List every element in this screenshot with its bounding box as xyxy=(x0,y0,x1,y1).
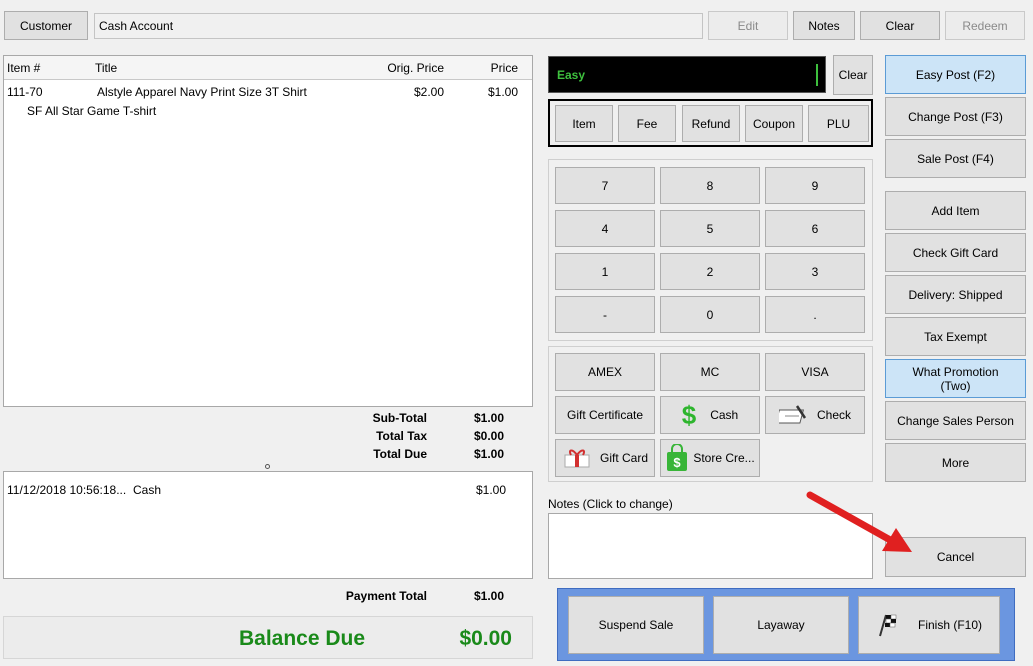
row-subtitle: SF All Star Game T-shirt xyxy=(27,104,157,118)
change-sales-person-button[interactable]: Change Sales Person xyxy=(885,401,1026,440)
tender-mc-button[interactable]: MC xyxy=(660,353,760,391)
tender-gift-certificate-button[interactable]: Gift Certificate xyxy=(555,396,655,434)
layaway-button[interactable]: Layaway xyxy=(713,596,849,654)
subtotal-value: $1.00 xyxy=(473,411,504,425)
key-7[interactable]: 7 xyxy=(555,167,655,204)
clear-customer-button[interactable]: Clear xyxy=(860,11,940,40)
row-item-number: 111-70 xyxy=(7,85,43,99)
key-0[interactable]: 0 xyxy=(660,296,760,333)
key-decimal[interactable]: . xyxy=(765,296,865,333)
entry-clear-button[interactable]: Clear xyxy=(833,55,873,95)
more-button[interactable]: More xyxy=(885,443,1026,482)
gift-icon xyxy=(562,446,592,470)
total-due-value: $1.00 xyxy=(473,447,504,461)
customer-button[interactable]: Customer xyxy=(4,11,88,40)
tender-gift-card-label: Gift Card xyxy=(599,451,648,465)
what-promotion-button[interactable]: What Promotion (Two) xyxy=(885,359,1026,398)
delivery-button[interactable]: Delivery: Shipped xyxy=(885,275,1026,314)
total-tax-value: $0.00 xyxy=(473,429,504,443)
action-bar: Suspend Sale Layaway Finish (F10) xyxy=(557,588,1015,661)
shopping-bag-icon: $ xyxy=(665,444,689,472)
add-item-button[interactable]: Add Item xyxy=(885,191,1026,230)
tender-visa-button[interactable]: VISA xyxy=(765,353,865,391)
balance-due-value: $0.00 xyxy=(459,627,512,650)
sale-post-button[interactable]: Sale Post (F4) xyxy=(885,139,1026,178)
total-due-label: Total Due xyxy=(373,447,427,461)
total-tax-label: Total Tax xyxy=(376,429,427,443)
redeem-button[interactable]: Redeem xyxy=(945,11,1025,40)
list-item[interactable]: 11/12/2018 10:56:18... Cash $1.00 xyxy=(4,481,532,499)
tender-gift-card-button[interactable]: Gift Card xyxy=(555,439,655,477)
key-1[interactable]: 1 xyxy=(555,253,655,290)
finish-label: Finish (F10) xyxy=(917,618,982,632)
check-writing-icon xyxy=(778,404,809,426)
svg-text:$: $ xyxy=(674,455,682,470)
notes-label: Notes (Click to change) xyxy=(548,497,673,511)
tender-cash-button[interactable]: $ Cash xyxy=(660,396,760,434)
customer-field[interactable]: Cash Account xyxy=(94,13,703,39)
entry-type-plu[interactable]: PLU xyxy=(808,105,869,142)
suspend-sale-button[interactable]: Suspend Sale xyxy=(568,596,704,654)
key-2[interactable]: 2 xyxy=(660,253,760,290)
easy-post-button[interactable]: Easy Post (F2) xyxy=(885,55,1026,94)
keypad: 7 8 9 4 5 6 1 2 3 - 0 . xyxy=(548,159,873,341)
edit-button[interactable]: Edit xyxy=(708,11,788,40)
entry-type-fee[interactable]: Fee xyxy=(618,105,676,142)
tender-cash-label: Cash xyxy=(710,408,739,422)
column-title: Title xyxy=(95,61,118,75)
splitter-handle[interactable] xyxy=(265,464,270,469)
check-gift-card-button[interactable]: Check Gift Card xyxy=(885,233,1026,272)
row-orig-price: $2.00 xyxy=(413,85,444,99)
tax-exempt-button[interactable]: Tax Exempt xyxy=(885,317,1026,356)
tender-store-credit-button[interactable]: $ Store Cre... xyxy=(660,439,760,477)
text-cursor xyxy=(816,64,818,86)
tender-panel: AMEX MC VISA Gift Certificate $ Cash Che… xyxy=(548,346,873,482)
entry-type-coupon[interactable]: Coupon xyxy=(745,105,803,142)
tender-store-credit-label: Store Cre... xyxy=(693,451,755,465)
table-row[interactable]: 111-70 Alstyle Apparel Navy Print Size 3… xyxy=(4,81,532,121)
payment-amount: $1.00 xyxy=(475,483,506,497)
balance-panel: Balance Due $0.00 xyxy=(3,616,533,659)
entry-type-group: Item Fee Refund Coupon PLU xyxy=(548,99,873,147)
red-arrow-icon xyxy=(806,491,912,552)
dollar-icon: $ xyxy=(681,400,697,430)
subtotal-label: Sub-Total xyxy=(372,411,427,425)
key-8[interactable]: 8 xyxy=(660,167,760,204)
row-title: Alstyle Apparel Navy Print Size 3T Shirt xyxy=(97,85,307,99)
change-post-button[interactable]: Change Post (F3) xyxy=(885,97,1026,136)
column-price: Price xyxy=(490,61,518,75)
entry-type-item[interactable]: Item xyxy=(555,105,613,142)
key-4[interactable]: 4 xyxy=(555,210,655,247)
payment-total-value: $1.00 xyxy=(473,589,504,603)
key-minus[interactable]: - xyxy=(555,296,655,333)
entry-mode-text: Easy xyxy=(557,68,586,82)
row-price: $1.00 xyxy=(487,85,518,99)
key-3[interactable]: 3 xyxy=(765,253,865,290)
payment-method: Cash xyxy=(133,483,162,497)
notes-button[interactable]: Notes xyxy=(793,11,855,40)
entry-type-refund[interactable]: Refund xyxy=(682,105,740,142)
key-6[interactable]: 6 xyxy=(765,210,865,247)
key-9[interactable]: 9 xyxy=(765,167,865,204)
checkered-flag-icon xyxy=(876,612,902,638)
balance-due-label: Balance Due xyxy=(239,627,366,650)
tender-amex-button[interactable]: AMEX xyxy=(555,353,655,391)
column-item-number: Item # xyxy=(7,61,41,75)
finish-button[interactable]: Finish (F10) xyxy=(858,596,1000,654)
items-table-header: Item # Title Orig. Price Price xyxy=(4,56,532,80)
items-table[interactable]: Item # Title Orig. Price Price 111-70 Al… xyxy=(3,55,533,407)
payment-total-label: Payment Total xyxy=(345,589,427,603)
key-5[interactable]: 5 xyxy=(660,210,760,247)
tender-check-button[interactable]: Check xyxy=(765,396,865,434)
payment-date: 11/12/2018 10:56:18... xyxy=(7,483,127,497)
payments-list[interactable]: 11/12/2018 10:56:18... Cash $1.00 xyxy=(3,471,533,579)
tender-check-label: Check xyxy=(816,408,851,422)
entry-field[interactable]: Easy xyxy=(548,56,826,93)
column-orig-price: Orig. Price xyxy=(387,61,444,75)
